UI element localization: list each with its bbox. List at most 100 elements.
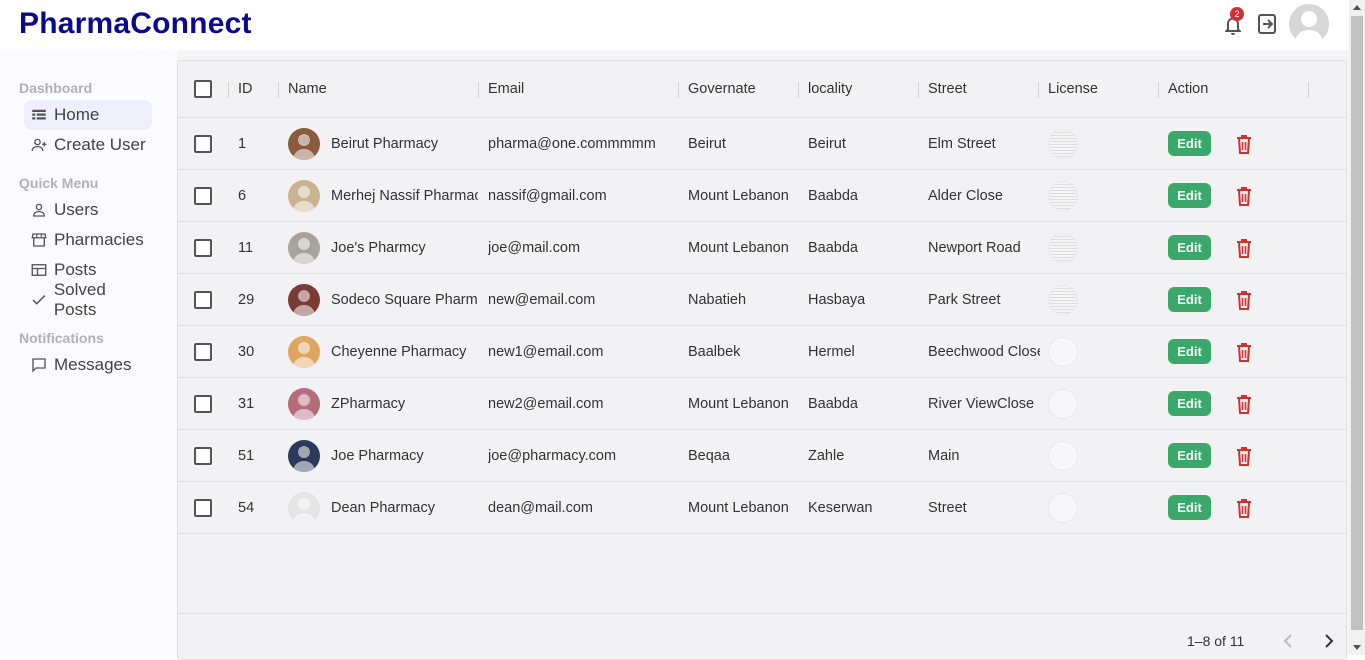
- row-license[interactable]: [1048, 482, 1078, 533]
- table-row[interactable]: 6 Merhej Nassif Pharmacy nassif@gmail.com M…: [178, 170, 1346, 222]
- trash-icon: [1237, 238, 1251, 258]
- column-header-street[interactable]: Street: [928, 61, 967, 117]
- delete-button[interactable]: [1234, 497, 1254, 519]
- delete-button[interactable]: [1234, 341, 1254, 363]
- delete-button[interactable]: [1234, 133, 1254, 155]
- pharmacy-avatar: [288, 335, 320, 368]
- delete-button[interactable]: [1234, 393, 1254, 415]
- sidebar-item-create-user[interactable]: Create User: [24, 130, 152, 160]
- notification-badge: 2: [1230, 7, 1244, 21]
- row-governate: Mount Lebanon: [688, 499, 789, 516]
- table-row[interactable]: 31 ZPharmacy new2@email.com Mount Lebanon Ba…: [178, 378, 1346, 430]
- license-image[interactable]: [1048, 180, 1078, 211]
- sidebar-item-users[interactable]: Users: [24, 195, 152, 225]
- edit-button[interactable]: Edit: [1168, 443, 1211, 468]
- sidebar-item-label: Messages: [54, 355, 132, 374]
- edit-button[interactable]: Edit: [1168, 287, 1211, 312]
- row-checkbox[interactable]: [194, 326, 212, 377]
- edit-button[interactable]: Edit: [1168, 131, 1211, 156]
- license-image[interactable]: [1048, 128, 1078, 159]
- license-image[interactable]: [1048, 232, 1078, 263]
- row-name-cell: Joe's Pharmcy: [288, 222, 478, 273]
- logout-button[interactable]: [1255, 12, 1279, 36]
- sidebar-item-label: Posts: [54, 260, 97, 279]
- sidebar-item-solved-posts[interactable]: Solved Posts: [24, 280, 152, 319]
- license-image[interactable]: [1048, 492, 1078, 523]
- sidebar-item-home[interactable]: Home: [24, 100, 152, 130]
- sidebar-item-label: Create User: [54, 135, 146, 154]
- sidebar-item-pharmacies[interactable]: Pharmacies: [24, 225, 152, 255]
- row-checkbox[interactable]: [194, 222, 212, 273]
- top-bar: PharmaConnect 2: [0, 0, 1349, 50]
- table-row[interactable]: 11 Joe's Pharmcy joe@mail.com Mount Lebanon…: [178, 222, 1346, 274]
- scroll-thumb[interactable]: [1351, 16, 1363, 630]
- next-page-button[interactable]: [1318, 631, 1338, 651]
- scroll-down-arrow[interactable]: [1353, 645, 1361, 650]
- table-row[interactable]: 54 Dean Pharmacy dean@mail.com Mount Lebano…: [178, 482, 1346, 534]
- scroll-up-arrow[interactable]: [1353, 5, 1361, 10]
- user-avatar[interactable]: [1289, 4, 1329, 44]
- trash-icon: [1237, 134, 1251, 154]
- column-header-license[interactable]: License: [1048, 61, 1098, 117]
- row-street: Alder Close: [928, 187, 1003, 204]
- row-license[interactable]: [1048, 326, 1078, 377]
- table-row[interactable]: 29 Sodeco Square Pharmacy new@email.com Nab…: [178, 274, 1346, 326]
- row-checkbox[interactable]: [194, 482, 212, 533]
- delete-button[interactable]: [1234, 185, 1254, 207]
- row-checkbox[interactable]: [194, 118, 212, 169]
- row-license[interactable]: [1048, 378, 1078, 429]
- column-header-id[interactable]: ID: [238, 61, 253, 117]
- pharmacy-avatar: [288, 387, 320, 420]
- delete-button[interactable]: [1234, 445, 1254, 467]
- page-scrollbar[interactable]: [1349, 0, 1365, 655]
- edit-button[interactable]: Edit: [1168, 235, 1211, 260]
- delete-button[interactable]: [1234, 289, 1254, 311]
- column-header-governate[interactable]: Governate: [688, 61, 756, 117]
- column-header-name[interactable]: Name: [288, 61, 327, 117]
- row-email: joe@pharmacy.com: [488, 447, 617, 464]
- trash-icon: [1237, 290, 1251, 310]
- table-row[interactable]: 30 Cheyenne Pharmacy new1@email.com Baalbek…: [178, 326, 1346, 378]
- row-license[interactable]: [1048, 118, 1078, 169]
- row-license[interactable]: [1048, 222, 1078, 273]
- row-checkbox[interactable]: [194, 274, 212, 325]
- chevron-left-icon: [1283, 634, 1292, 648]
- license-image[interactable]: [1048, 284, 1078, 315]
- sidebar-item-messages[interactable]: Messages: [24, 350, 152, 380]
- row-checkbox[interactable]: [194, 430, 212, 481]
- select-all-checkbox[interactable]: [194, 61, 212, 117]
- trash-icon: [1237, 342, 1251, 362]
- avatar-icon: [1289, 4, 1329, 44]
- chat-icon: [32, 358, 46, 373]
- row-governate: Mount Lebanon: [688, 239, 789, 256]
- edit-button[interactable]: Edit: [1168, 495, 1211, 520]
- row-license[interactable]: [1048, 274, 1078, 325]
- notifications-button[interactable]: 2: [1221, 7, 1245, 37]
- row-actions: Edit: [1168, 118, 1254, 169]
- row-license[interactable]: [1048, 170, 1078, 221]
- license-image[interactable]: [1048, 388, 1078, 419]
- trash-icon: [1237, 498, 1251, 518]
- row-id: 1: [238, 135, 247, 152]
- table-row[interactable]: 51 Joe Pharmacy joe@pharmacy.com Beqaa Zahle…: [178, 430, 1346, 482]
- row-name: Merhej Nassif Pharmacy: [331, 187, 478, 204]
- store-icon: [31, 233, 47, 247]
- edit-button[interactable]: Edit: [1168, 183, 1211, 208]
- row-license[interactable]: [1048, 430, 1078, 481]
- column-header-locality[interactable]: locality: [808, 61, 852, 117]
- row-email: new@email.com: [488, 291, 596, 308]
- column-header-action[interactable]: Action: [1168, 61, 1208, 117]
- app-logo[interactable]: PharmaConnect: [19, 7, 252, 41]
- row-checkbox[interactable]: [194, 378, 212, 429]
- edit-button[interactable]: Edit: [1168, 339, 1211, 364]
- previous-page-button[interactable]: [1279, 631, 1299, 651]
- table-row[interactable]: 1 Beirut Pharmacy pharma@one.commmmm Beirut…: [178, 118, 1346, 170]
- delete-button[interactable]: [1234, 237, 1254, 259]
- edit-button[interactable]: Edit: [1168, 391, 1211, 416]
- license-image[interactable]: [1048, 336, 1078, 367]
- column-header-email[interactable]: Email: [488, 61, 524, 117]
- row-checkbox[interactable]: [194, 170, 212, 221]
- row-email: new1@email.com: [488, 343, 604, 360]
- row-locality: Beirut: [808, 135, 846, 152]
- license-image[interactable]: [1048, 440, 1078, 471]
